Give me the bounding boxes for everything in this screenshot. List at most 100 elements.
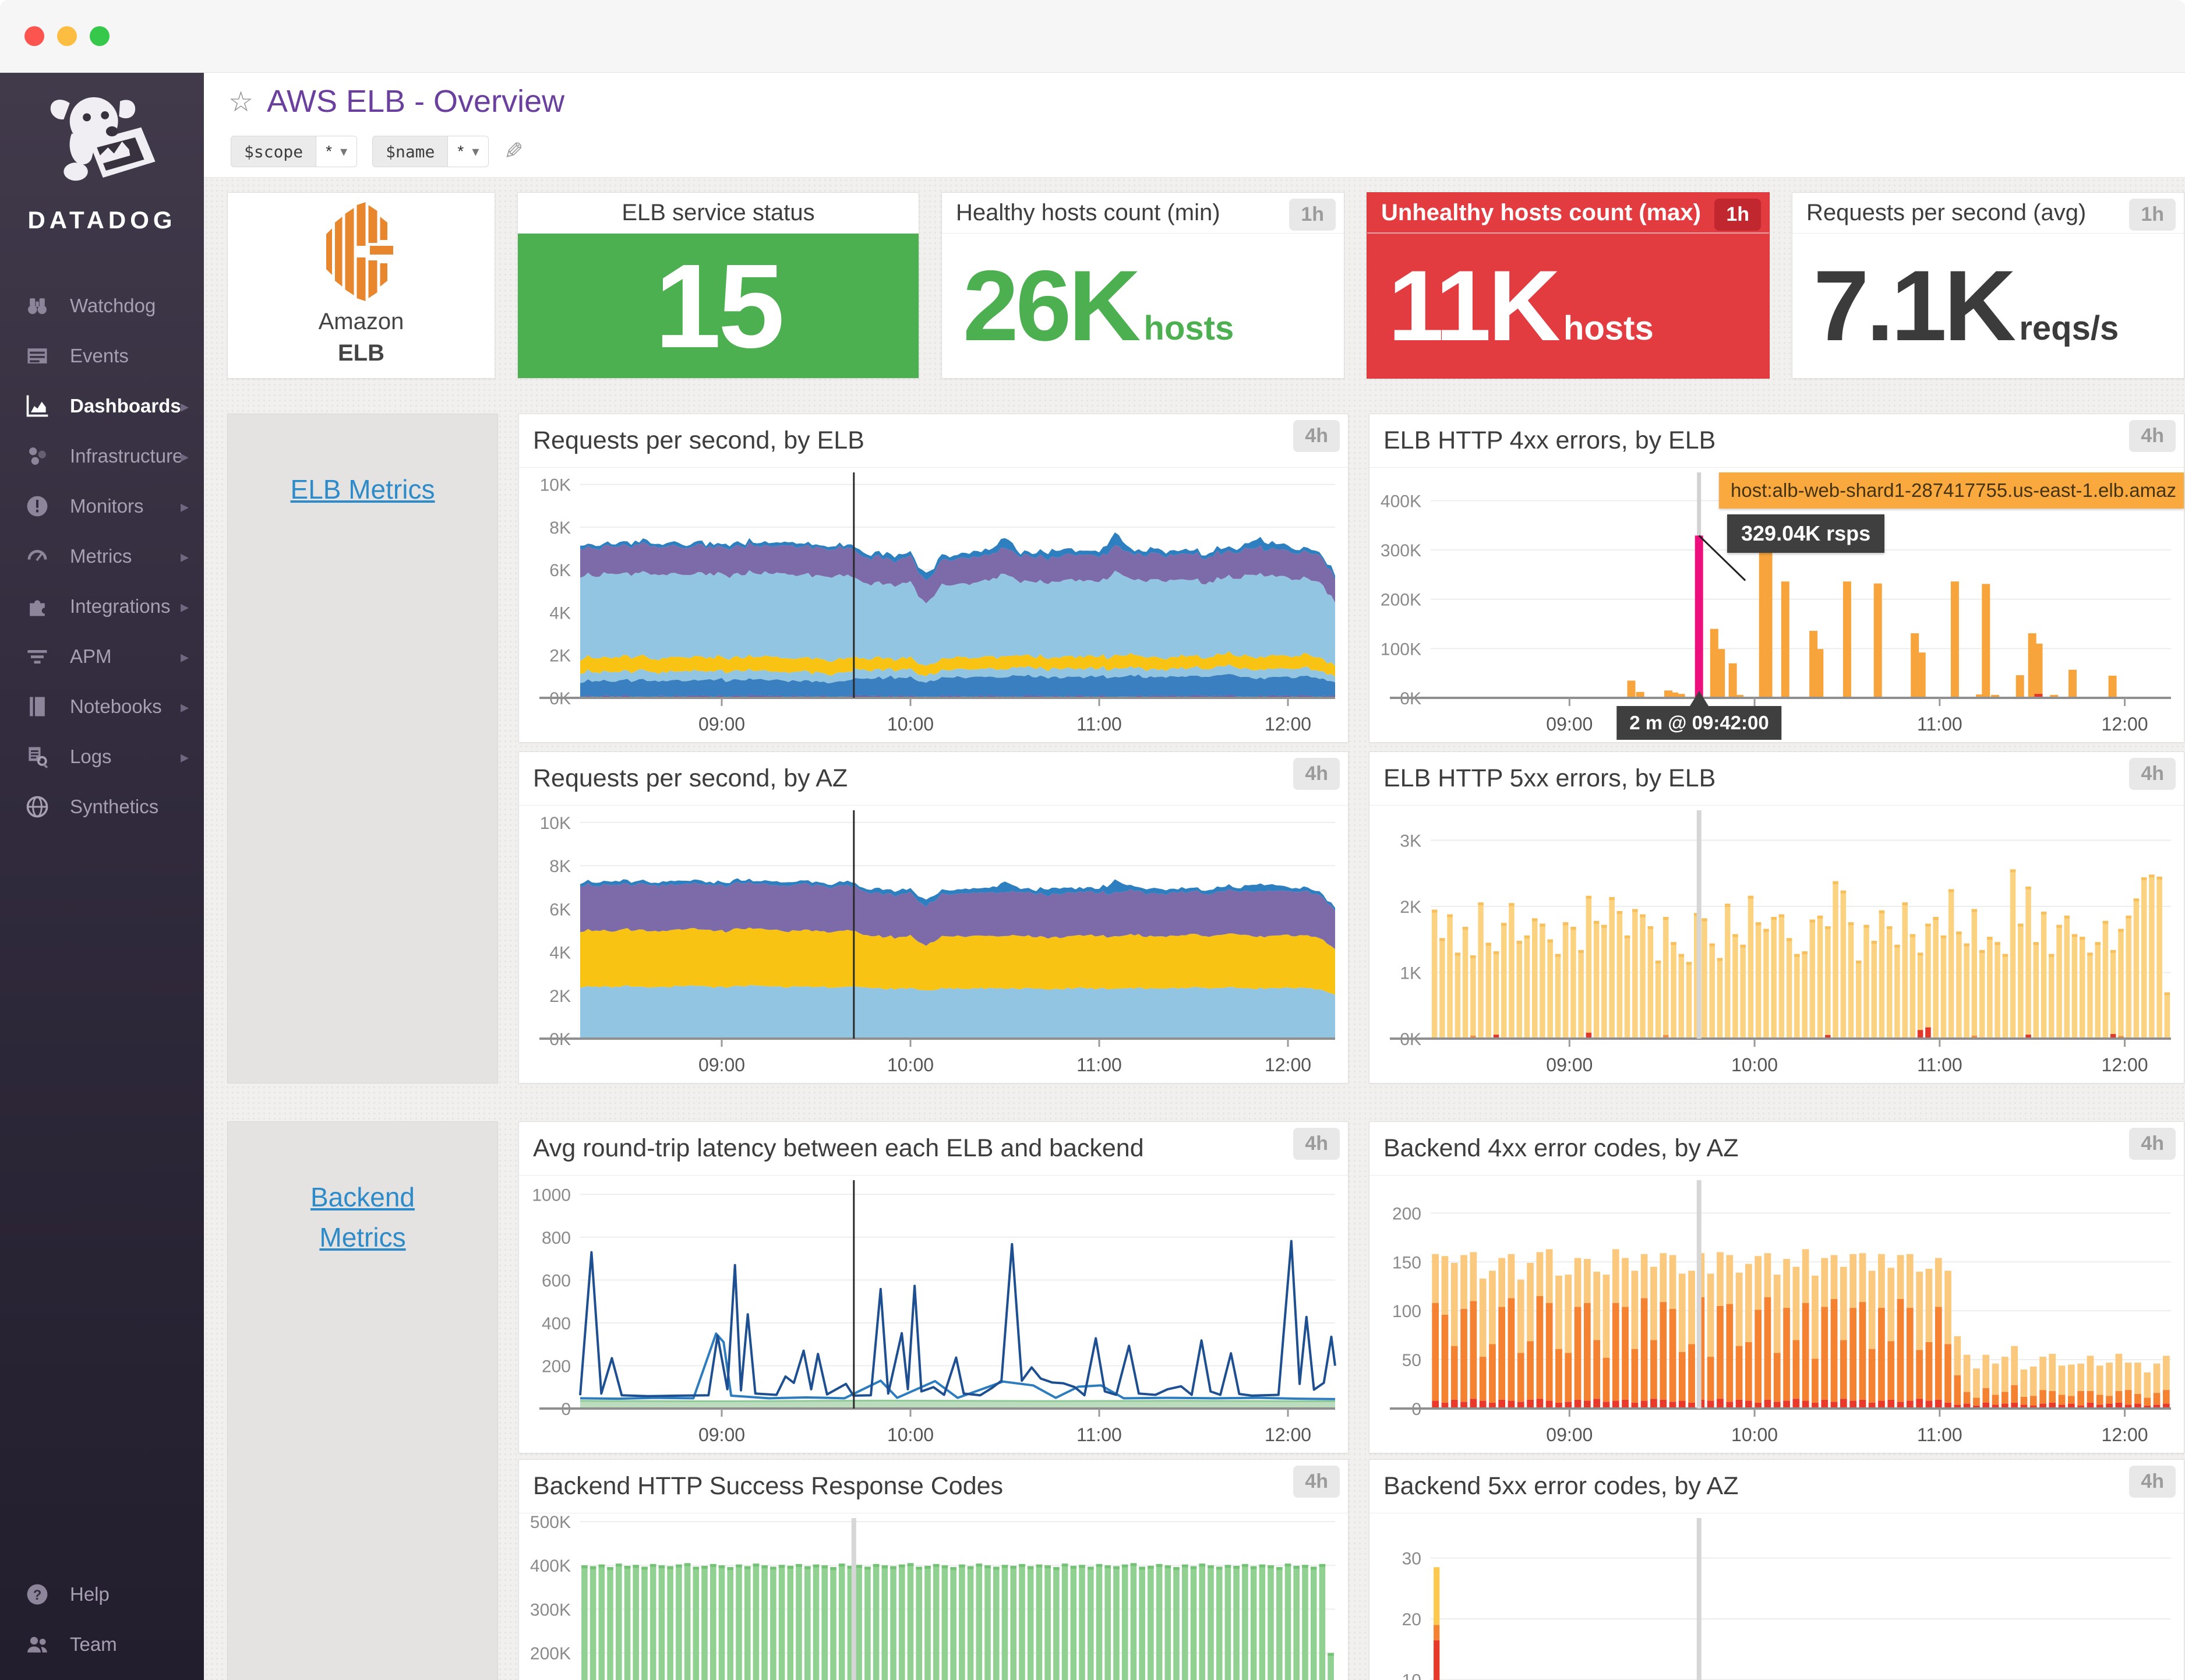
healthy-hosts-widget[interactable]: Healthy hosts count (min) 1h 26K hosts (941, 192, 1344, 379)
svg-text:30: 30 (1402, 1550, 1421, 1569)
timeframe-badge[interactable]: 1h (1714, 199, 1761, 231)
binoculars-icon (24, 293, 50, 319)
svg-text:2K: 2K (549, 647, 571, 666)
svg-text:300K: 300K (1381, 541, 1421, 560)
dashboard-header: ☆ AWS ELB - Overview $scope * ▾ $name * ▾ … (204, 73, 2185, 178)
plot-area[interactable]: 0K 1K 2K 3K 09:00 10:00 11:00 12:00 (1369, 806, 2184, 1083)
plot-area[interactable]: 100K200K300K400K500K09:0010:0011:0012:00 (519, 1513, 1348, 1680)
timeframe-badge[interactable]: 4h (1293, 1128, 1340, 1160)
svg-text:600: 600 (542, 1271, 571, 1290)
svg-text:100K: 100K (1381, 640, 1421, 659)
sidebar-item-dashboards[interactable]: Dashboards (0, 381, 204, 431)
chart-title: Backend HTTP Success Response Codes (533, 1472, 1004, 1500)
sidebar-item-integrations[interactable]: Integrations (0, 581, 204, 631)
timeframe-badge[interactable]: 4h (1293, 1466, 1340, 1498)
timeframe-badge[interactable]: 4h (1293, 758, 1340, 790)
globe-icon (24, 794, 50, 820)
template-var-value-dropdown[interactable]: * ▾ (447, 136, 489, 167)
template-var-name[interactable]: $name * ▾ (372, 136, 489, 167)
svg-text:12:00: 12:00 (2102, 1054, 2148, 1075)
timeframe-badge[interactable]: 1h (1289, 199, 1336, 231)
chart-title: ELB HTTP 5xx errors, by ELB (1383, 764, 1716, 792)
sidebar-item-label: Infrastructure (70, 445, 183, 467)
dashboard-main: ☆ AWS ELB - Overview $scope * ▾ $name * ▾ … (204, 73, 2185, 1680)
sidebar-item-watchdog[interactable]: Watchdog (0, 281, 204, 331)
stat-unit: hosts (1563, 309, 1654, 347)
window-titlebar (0, 0, 2185, 73)
sidebar-item-events[interactable]: Events (0, 331, 204, 381)
sidebar-item-logs[interactable]: Logs (0, 732, 204, 782)
funnel-lines-icon (24, 644, 50, 669)
elb-metrics-link[interactable]: ELB Metrics (228, 470, 497, 510)
svg-text:10:00: 10:00 (887, 1424, 934, 1445)
amazon-elb-icon (326, 202, 393, 301)
minimize-window-button[interactable] (57, 26, 77, 46)
chart-backend-4xx-error-codes[interactable]: Backend 4xx error codes, by AZ4h 0501001… (1369, 1121, 2184, 1453)
datadog-wordmark: DATADOG (27, 206, 177, 234)
timeframe-badge[interactable]: 4h (1293, 420, 1340, 452)
sidebar-item-team[interactable]: Team (0, 1619, 204, 1670)
chart-requests-per-second-by-az[interactable]: Requests per second, by AZ 4h 0K 2K 4K 6K 8K 1… (518, 751, 1349, 1083)
gauge-icon (24, 543, 50, 569)
chart-elb-http-4xx-errors[interactable]: ELB HTTP 4xx errors, by ELB 4h 0K 100K 200K… (1369, 414, 2184, 743)
plot-area[interactable]: 0K 2K 4K 6K 8K 10K 09:00 10:00 11:00 12:00 (519, 468, 1348, 742)
svg-text:200K: 200K (1381, 591, 1421, 610)
chart-backend-5xx-error-codes[interactable]: Backend 5xx error codes, by AZ4h 1020300… (1369, 1459, 2184, 1680)
plot-area[interactable]: 0K100K200K300K400K09:0010:0011:0012:00 (1369, 468, 2184, 742)
requests-per-second-widget[interactable]: Requests per second (avg) 1h 7.1K reqs/s (1792, 192, 2184, 379)
sidebar-item-label: Help (70, 1583, 110, 1605)
svg-text:11:00: 11:00 (1076, 714, 1122, 735)
sidebar-item-infrastructure[interactable]: Infrastructure (0, 431, 204, 481)
plot-area[interactable]: 0K 2K 4K 6K 8K 10K 09:00 10:00 11:00 12:00 (519, 806, 1348, 1083)
timeframe-badge[interactable]: 4h (2129, 420, 2176, 452)
svg-text:8K: 8K (549, 518, 571, 538)
edit-pencil-icon[interactable]: ✎ (504, 138, 524, 165)
svg-text:12:00: 12:00 (1265, 1054, 1311, 1075)
svg-text:10:00: 10:00 (1731, 1054, 1778, 1075)
chart-backend-http-success-codes[interactable]: Backend HTTP Success Response Codes 4h 10… (518, 1459, 1349, 1680)
svg-text:6K: 6K (549, 900, 571, 919)
plot-area[interactable]: 10203009:0010:0011:0012:00 (1369, 1513, 2184, 1680)
sidebar-item-label: Team (70, 1633, 117, 1655)
backend-metrics-link[interactable]: Backend Metrics (228, 1177, 497, 1258)
svg-text:3K: 3K (1400, 831, 1421, 850)
zoom-window-button[interactable] (90, 26, 110, 46)
sidebar-item-label: Dashboards (70, 395, 181, 417)
chevron-down-icon: ▾ (340, 143, 348, 160)
close-window-button[interactable] (24, 26, 44, 46)
timeframe-badge[interactable]: 4h (2129, 758, 2176, 790)
favorite-star-icon[interactable]: ☆ (228, 86, 253, 118)
sidebar-item-notebooks[interactable]: Notebooks (0, 682, 204, 732)
sidebar-item-metrics[interactable]: Metrics (0, 531, 204, 581)
timeframe-badge[interactable]: 1h (2129, 199, 2176, 231)
sidebar-item-label: Logs (70, 746, 112, 767)
status-value: 15 (654, 239, 785, 373)
plot-area[interactable]: 05010015020009:0010:0011:0012:00 (1369, 1176, 2184, 1453)
template-var-scope[interactable]: $scope * ▾ (231, 136, 358, 167)
svg-text:09:00: 09:00 (1546, 714, 1593, 735)
chart-requests-per-second-by-elb[interactable]: Requests per second, by ELB 4h 0K 2K 4K 6K 8K… (518, 414, 1349, 743)
sidebar-item-monitors[interactable]: Monitors (0, 481, 204, 531)
svg-text:09:00: 09:00 (698, 1424, 745, 1445)
hover-tooltip-pointer (1690, 691, 1709, 706)
stat-value: 7.1K (1813, 250, 2016, 362)
sidebar-item-apm[interactable]: APM (0, 631, 204, 682)
chart-elb-http-5xx-errors[interactable]: ELB HTTP 5xx errors, by ELB 4h 0K 1K 2K 3K 09… (1369, 751, 2184, 1083)
svg-text:200K: 200K (530, 1644, 571, 1664)
template-var-value-dropdown[interactable]: * ▾ (316, 136, 357, 167)
chart-avg-round-trip-latency[interactable]: Avg round-trip latency between each ELB … (518, 1121, 1349, 1453)
plot-area[interactable]: 0200400600800100009:0010:0011:0012:00 (519, 1176, 1348, 1453)
sidebar-item-synthetics[interactable]: Synthetics (0, 782, 204, 832)
stat-unit: hosts (1143, 309, 1234, 347)
sidebar: DATADOG Watchdog Events Dashboards Infra… (0, 73, 204, 1680)
timeframe-badge[interactable]: 4h (2129, 1466, 2176, 1498)
unhealthy-hosts-widget[interactable]: Unhealthy hosts count (max) 1h 11K hosts (1367, 192, 1770, 379)
template-var-value: * (326, 142, 333, 160)
datadog-logo[interactable]: DATADOG (0, 73, 204, 240)
elb-service-status-widget[interactable]: ELB service status 15 (517, 192, 919, 379)
timeframe-badge[interactable]: 4h (2129, 1128, 2176, 1160)
sidebar-item-help[interactable]: Help (0, 1569, 204, 1619)
svg-text:11:00: 11:00 (1917, 1424, 1962, 1445)
svg-text:12:00: 12:00 (2102, 714, 2148, 735)
status-green-block: 15 (518, 234, 919, 378)
